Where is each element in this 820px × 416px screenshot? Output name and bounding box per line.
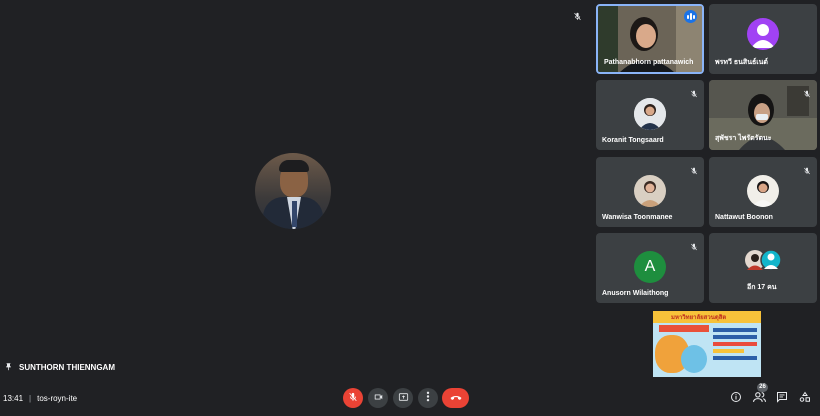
avatar [747, 175, 779, 207]
mic-off-icon [803, 162, 811, 180]
participant-avatars-stack [745, 249, 782, 271]
shared-image-thumbnail[interactable]: มหาวิทยาลัยสวนดุสิต [653, 311, 761, 377]
call-end-icon [450, 389, 462, 407]
activities-icon [799, 390, 811, 408]
present-screen-button[interactable] [393, 388, 413, 408]
participant-name: Wanwisa Toonmanee [602, 214, 673, 221]
avatar [747, 18, 779, 50]
participant-name: Anusorn Wilaithong [602, 290, 669, 297]
more-participants-count: อีก 17 คน [747, 284, 777, 291]
participant-tile[interactable]: A Anusorn Wilaithong [596, 233, 704, 303]
presenter-name: SUNTHORN THIENNGAM [19, 362, 115, 372]
participant-tile[interactable]: Wanwisa Toonmanee [596, 157, 704, 227]
mic-off-icon [348, 389, 358, 407]
leave-call-button[interactable] [442, 388, 469, 408]
presenter-name-label: SUNTHORN THIENNGAM [4, 362, 115, 372]
avatar [634, 98, 666, 130]
presenter-avatar [255, 153, 331, 229]
participant-tile[interactable]: สุพัชรา ไพรัตรัตนะ [709, 80, 817, 150]
chat-button[interactable] [773, 390, 791, 408]
separator: | [29, 394, 32, 403]
camera-toggle-button[interactable] [368, 388, 388, 408]
present-screen-icon [398, 389, 409, 407]
avatar: A [634, 251, 666, 283]
participant-tile[interactable]: Koranit Tongsaard [596, 80, 704, 150]
mic-off-icon [803, 85, 811, 103]
meeting-code: tos-royn-ite [37, 394, 78, 403]
pin-icon[interactable] [4, 362, 13, 372]
people-icon [752, 390, 766, 408]
clock: 13:41 [3, 394, 24, 403]
mic-off-icon [690, 85, 698, 103]
more-participants-tile[interactable]: อีก 17 คน [709, 233, 817, 303]
speaking-indicator-icon [684, 10, 697, 23]
participant-name: Pathanabhorn pattanawich [604, 59, 694, 66]
poster-banner: มหาวิทยาลัยสวนดุสิต [671, 315, 727, 321]
participant-name: สุพัชรา ไพรัตรัตนะ [715, 135, 772, 142]
meeting-info: 13:41 | tos-royn-ite [3, 394, 77, 403]
participant-name: พรทวี ธนสินธ์เนต์ [715, 59, 768, 66]
camera-icon [373, 389, 384, 407]
mic-off-icon [573, 8, 582, 26]
more-options-button[interactable] [418, 388, 438, 408]
bottom-control-bar: 13:41 | tos-royn-ite [0, 384, 820, 416]
show-everyone-button[interactable] [750, 390, 768, 408]
people-count-badge: 26 [757, 383, 768, 392]
activities-button[interactable] [796, 390, 814, 408]
participant-tile[interactable]: Nattawut Boonon [709, 157, 817, 227]
chat-icon [776, 390, 788, 408]
meeting-details-button[interactable] [727, 390, 745, 408]
microphone-toggle-button[interactable] [343, 388, 363, 408]
main-stage: SUNTHORN THIENNGAM [0, 0, 590, 382]
participant-name: Koranit Tongsaard [602, 137, 664, 144]
mic-off-icon [690, 238, 698, 256]
participant-tile[interactable]: Pathanabhorn pattanawich [596, 4, 704, 74]
avatar [634, 175, 666, 207]
info-icon [730, 390, 742, 408]
participant-tile[interactable]: พรทวี ธนสินธ์เนต์ [709, 4, 817, 74]
participant-name: Nattawut Boonon [715, 214, 773, 221]
more-vert-icon [426, 389, 430, 407]
mic-off-icon [690, 162, 698, 180]
